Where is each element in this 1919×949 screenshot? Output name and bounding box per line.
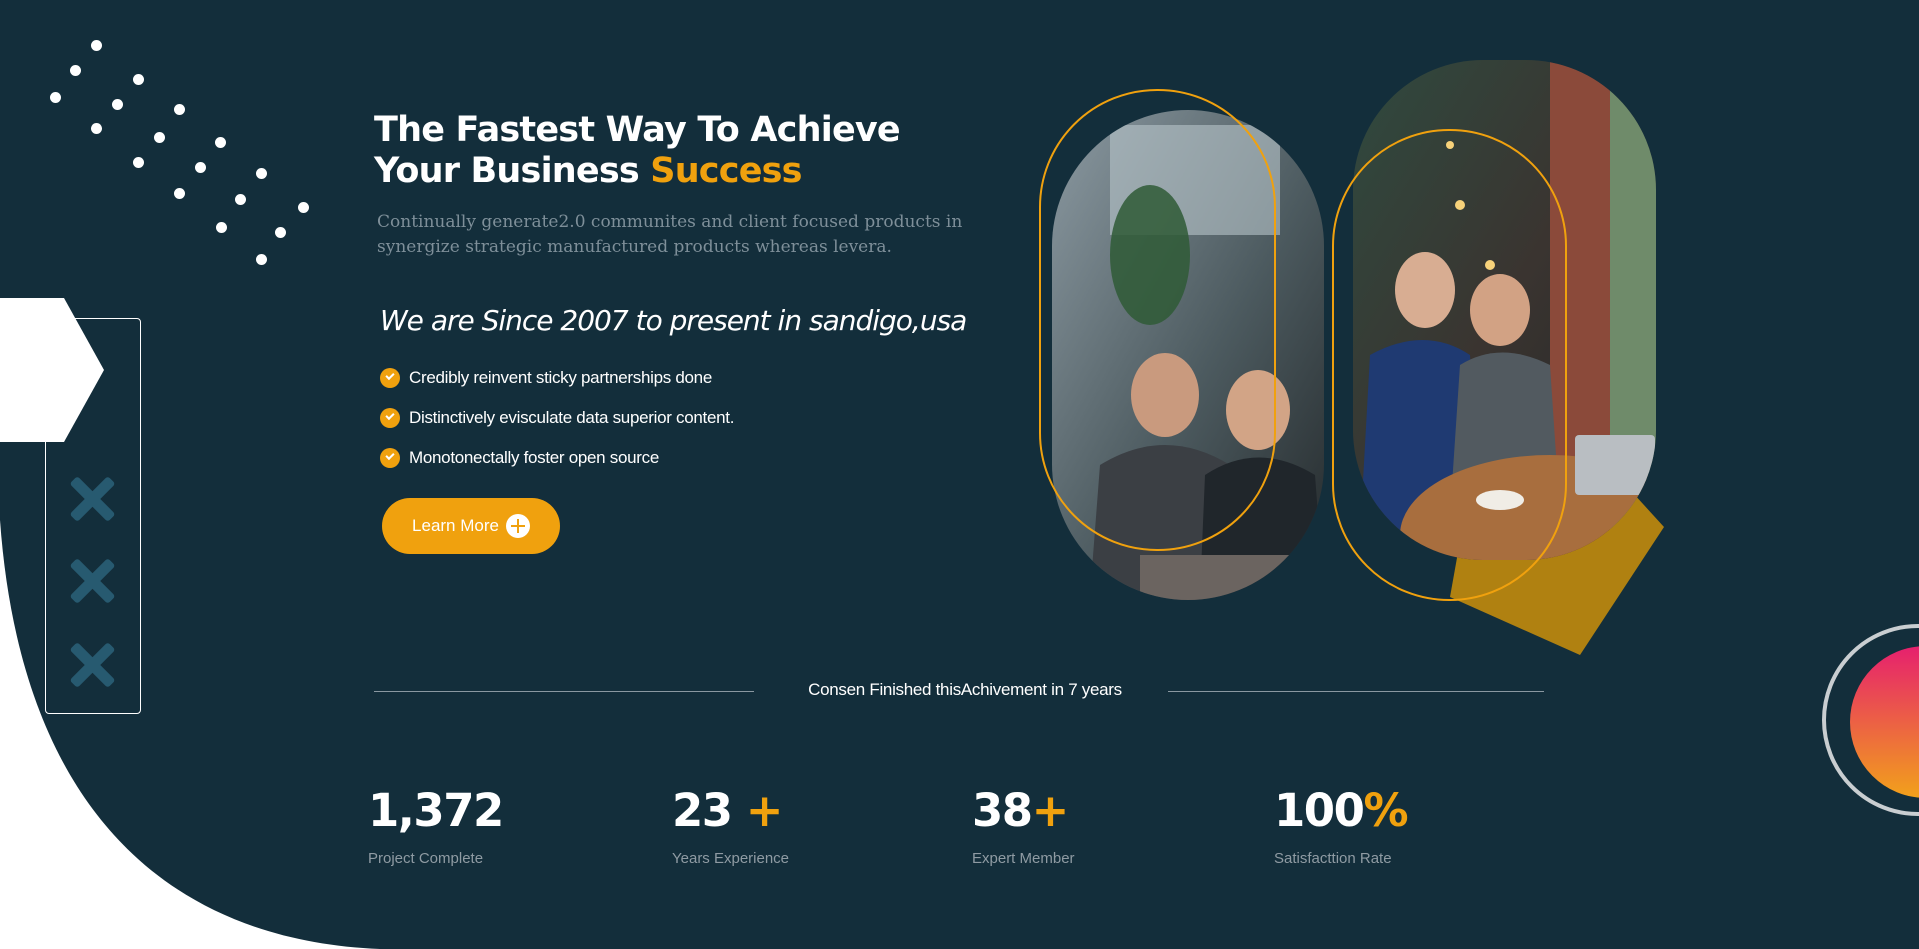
description-line1: Continually generate2.0 communites and c…: [377, 212, 963, 232]
check-circle-icon: [380, 368, 400, 388]
feature-list: Credibly reinvent sticky partnerships do…: [380, 358, 734, 478]
headline-accent: Success: [650, 151, 802, 191]
list-item: Monotonectally foster open source: [380, 438, 734, 478]
list-item: Distinctively evisculate data superior c…: [380, 398, 734, 438]
stat-satisfaction: 100% Satisfacttion Rate: [1274, 784, 1409, 868]
divider-line-left: [374, 691, 754, 692]
feature-text: Credibly reinvent sticky partnerships do…: [409, 368, 712, 387]
x-mark-icon: [68, 475, 116, 523]
stat-label: Expert Member: [972, 850, 1075, 867]
learn-more-label: Learn More: [412, 516, 499, 535]
stat-label: Years Experience: [672, 850, 790, 867]
x-mark-icon: [68, 641, 116, 689]
hexagon-shape: [0, 298, 104, 442]
stat-label: Project Complete: [368, 850, 484, 867]
check-circle-icon: [380, 448, 400, 468]
stat-label: Satisfacttion Rate: [1274, 850, 1392, 867]
hero-description: Continually generate2.0 communites and c…: [377, 210, 977, 260]
achievement-label: Consen Finished thisAchivement in 7 year…: [808, 680, 1122, 699]
team-photo-collage: [1039, 60, 1664, 655]
feature-text: Monotonectally foster open source: [409, 448, 659, 467]
learn-more-button[interactable]: Learn More: [382, 498, 560, 554]
divider-line-right: [1168, 691, 1544, 692]
page-title: The Fastest Way To Achieve Your Business…: [374, 110, 901, 192]
stat-number: 38+: [972, 784, 1069, 837]
stat-number: 100%: [1274, 784, 1409, 837]
since-text: We are Since 2007 to present in sandigo,…: [380, 304, 967, 337]
plus-circle-icon: [505, 514, 530, 538]
hero-section: The Fastest Way To Achieve Your Business…: [0, 0, 1919, 949]
stat-number: 1,372: [368, 784, 504, 837]
stat-experience: 23 + Years Experience: [672, 784, 790, 868]
check-circle-icon: [380, 408, 400, 428]
team-photo-left: [1052, 110, 1324, 600]
stat-members: 38+ Expert Member: [972, 784, 1075, 868]
stat-number: 23 +: [672, 784, 784, 837]
dot-pattern: [48, 32, 328, 272]
stat-projects: 1,372 Project Complete: [368, 784, 504, 868]
x-mark-icon: [68, 557, 116, 605]
description-line2: synergize strategic manufactured product…: [377, 237, 892, 257]
headline-line2: Your Business: [374, 151, 651, 191]
gradient-circle-decor: [1822, 624, 1919, 816]
headline-line1: The Fastest Way To Achieve: [374, 110, 901, 150]
feature-text: Distinctively evisculate data superior c…: [409, 408, 735, 427]
list-item: Credibly reinvent sticky partnerships do…: [380, 358, 734, 398]
